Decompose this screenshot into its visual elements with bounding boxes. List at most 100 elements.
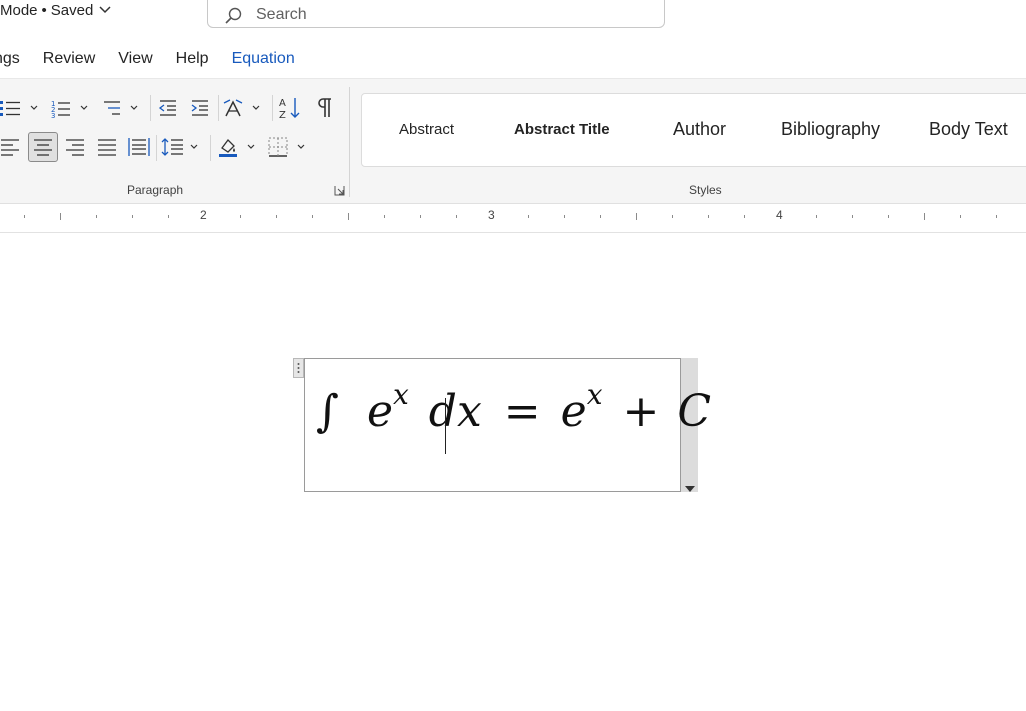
- paragraph-group-label: Paragraph: [127, 183, 184, 197]
- eq-plus: +: [622, 386, 660, 437]
- ruler-tick: [132, 215, 133, 218]
- svg-text:3: 3: [51, 112, 55, 118]
- ruler-tick: [312, 215, 313, 218]
- text-direction-icon: [222, 98, 264, 118]
- dialog-launcher-icon: [334, 185, 345, 196]
- ruler-tick: [384, 215, 385, 218]
- ruler-tick: [672, 215, 673, 218]
- align-right-icon: [65, 138, 85, 156]
- ruler-tick: [420, 215, 421, 218]
- ruler-tick: [744, 215, 745, 218]
- styles-group-label: Styles: [689, 183, 722, 197]
- numbering-icon: 123: [50, 98, 92, 118]
- ruler-tick: [924, 213, 925, 220]
- ruler-number: 2: [200, 208, 207, 222]
- ruler-tick: [996, 215, 997, 218]
- equation-content[interactable]: ∫ ex dx = ex + C: [316, 381, 711, 434]
- save-status: Saved: [50, 2, 94, 19]
- ruler-tick: [564, 215, 565, 218]
- title-bar: Mode • Saved Search: [0, 0, 1026, 36]
- ribbon-tabs: ngs Review View Help Equation: [0, 42, 318, 76]
- ruler-tick: [276, 215, 277, 218]
- ruler-tick: [600, 215, 601, 218]
- show-formatting-marks-button[interactable]: [312, 95, 338, 121]
- status-separator: •: [41, 2, 47, 19]
- align-left-button[interactable]: [0, 133, 22, 161]
- paragraph-dialog-launcher[interactable]: [333, 184, 345, 196]
- separator: [218, 95, 219, 121]
- style-bibliography[interactable]: Bibliography: [781, 119, 880, 140]
- borders-icon: [268, 137, 310, 157]
- tab-settings[interactable]: ngs: [0, 50, 20, 68]
- style-author[interactable]: Author: [673, 119, 726, 140]
- styles-gallery: Abstract Abstract Title Author Bibliogra…: [361, 93, 1026, 167]
- ruler-tick: [456, 215, 457, 218]
- eq-exponent: x: [586, 378, 603, 411]
- align-left-icon: [1, 138, 21, 156]
- ribbon: 123 AZ Paragraph Abstract Abstract Title…: [0, 78, 1026, 204]
- bullets-icon: [0, 98, 42, 118]
- text-direction-button[interactable]: [222, 97, 264, 119]
- style-body-text[interactable]: Body Text: [929, 119, 1008, 140]
- separator: [150, 95, 151, 121]
- eq-base: e: [560, 386, 587, 437]
- ruler-tick: [960, 215, 961, 218]
- ruler-tick: [24, 215, 25, 218]
- ruler-tick: [708, 215, 709, 218]
- chevron-down-icon[interactable]: [99, 5, 111, 17]
- ruler-tick: [240, 215, 241, 218]
- ruler-tick: [168, 215, 169, 218]
- svg-text:A: A: [279, 98, 286, 109]
- sort-button[interactable]: AZ: [277, 95, 303, 121]
- ruler-tick: [852, 215, 853, 218]
- borders-button[interactable]: [268, 133, 310, 161]
- multilevel-list-icon: [100, 98, 142, 118]
- shading-button[interactable]: [216, 133, 260, 161]
- ruler-tick: [816, 215, 817, 218]
- ruler-tick: [528, 215, 529, 218]
- equation-move-handle[interactable]: [293, 358, 304, 378]
- document-status[interactable]: Mode • Saved: [0, 2, 111, 19]
- decrease-indent-icon: [158, 99, 178, 117]
- tab-help[interactable]: Help: [176, 50, 209, 68]
- style-abstract-title[interactable]: Abstract Title: [514, 121, 610, 138]
- distributed-button[interactable]: [127, 133, 151, 161]
- line-spacing-button[interactable]: [161, 133, 203, 161]
- mode-label: Mode: [0, 2, 38, 19]
- search-placeholder: Search: [256, 6, 307, 23]
- integral-sign: ∫: [316, 386, 339, 437]
- decrease-indent-button[interactable]: [156, 97, 180, 119]
- search-box[interactable]: Search: [207, 0, 665, 28]
- increase-indent-button[interactable]: [188, 97, 212, 119]
- sort-icon: AZ: [278, 96, 302, 120]
- style-abstract[interactable]: Abstract: [399, 121, 454, 138]
- bullets-button[interactable]: [0, 97, 42, 119]
- separator: [156, 135, 157, 161]
- shading-icon: [216, 136, 260, 158]
- ruler-tick: [60, 213, 61, 220]
- eq-base: e: [366, 386, 393, 437]
- separator: [210, 135, 211, 161]
- separator: [272, 95, 273, 121]
- align-center-button[interactable]: [28, 132, 58, 162]
- tab-equation[interactable]: Equation: [232, 50, 295, 68]
- horizontal-ruler[interactable]: 2 3 4: [0, 204, 1026, 233]
- justify-button[interactable]: [95, 133, 119, 161]
- distributed-icon: [128, 137, 150, 157]
- multilevel-list-button[interactable]: [100, 97, 142, 119]
- justify-icon: [97, 138, 117, 156]
- increase-indent-icon: [190, 99, 210, 117]
- line-spacing-icon: [161, 137, 203, 157]
- align-center-icon: [33, 138, 53, 156]
- eq-exponent: x: [392, 378, 409, 411]
- text-cursor: [445, 398, 446, 454]
- ruler-number: 4: [776, 208, 783, 222]
- numbering-button[interactable]: 123: [50, 97, 92, 119]
- svg-text:Z: Z: [279, 110, 286, 120]
- align-right-button[interactable]: [63, 133, 87, 161]
- ruler-tick: [636, 213, 637, 220]
- ruler-number: 3: [488, 208, 495, 222]
- tab-view[interactable]: View: [118, 50, 152, 68]
- tab-review[interactable]: Review: [43, 50, 95, 68]
- ruler-tick: [348, 213, 349, 220]
